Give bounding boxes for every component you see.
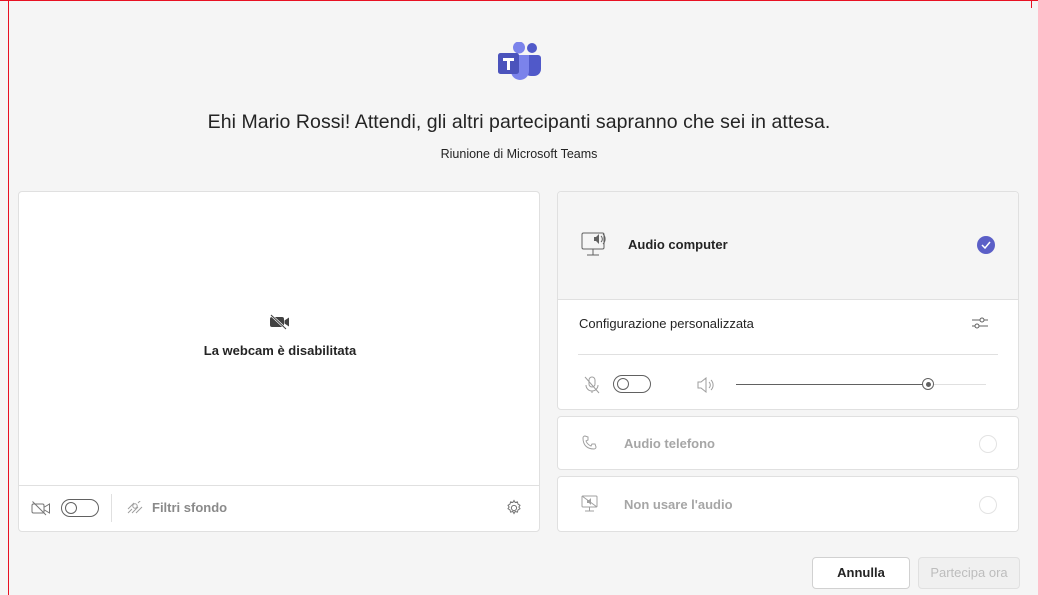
camera-off-outline-icon — [31, 501, 50, 516]
page-title: Ehi Mario Rossi! Attendi, gli altri part… — [207, 111, 831, 133]
microphone-off-icon — [584, 376, 600, 394]
custom-setup-label: Configurazione personalizzata — [579, 316, 754, 331]
cancel-button[interactable]: Annulla — [812, 557, 910, 589]
webcam-disabled-label: La webcam è disabilitata — [203, 343, 357, 358]
join-now-button[interactable]: Partecipa ora — [918, 557, 1020, 589]
camera-toggle-knob — [65, 502, 77, 514]
camera-off-icon — [270, 314, 289, 330]
speaker-volume-icon — [697, 377, 714, 393]
audio-off-monitor-icon — [581, 495, 598, 512]
computer-audio-icon — [581, 232, 606, 256]
volume-thumb-dot — [925, 381, 931, 387]
divider — [111, 494, 112, 522]
window-frame-top — [0, 0, 1038, 1]
audio-phone-label: Audio telefono — [624, 436, 715, 451]
checkmark-icon — [981, 241, 991, 249]
microphone-toggle-knob — [617, 378, 629, 390]
custom-setup-divider — [578, 354, 998, 355]
background-filters-label: Filtri sfondo — [152, 500, 228, 515]
no-audio-label: Non usare l'audio — [624, 497, 733, 512]
microphone-toggle[interactable] — [613, 375, 651, 393]
audio-computer-label: Audio computer — [628, 237, 728, 252]
microsoft-teams-logo-icon — [498, 42, 541, 80]
video-controls-bar: Filtri sfondo — [19, 485, 539, 531]
volume-slider[interactable] — [736, 378, 986, 396]
no-audio-option[interactable]: Non usare l'audio — [557, 476, 1019, 532]
background-effects-icon — [127, 501, 143, 514]
settings-sliders-icon[interactable] — [971, 316, 989, 330]
phone-icon — [582, 435, 597, 450]
window-frame-left — [8, 0, 9, 595]
volume-slider-fill — [736, 384, 928, 385]
audio-phone-radio[interactable] — [979, 435, 997, 453]
video-preview-panel: La webcam è disabilitata Filtri sfondo — [18, 191, 540, 532]
device-settings-gear-icon[interactable] — [505, 499, 523, 517]
no-audio-radio[interactable] — [979, 496, 997, 514]
audio-computer-option: Audio computer Configurazione personaliz… — [557, 191, 1019, 410]
window-frame-right — [1031, 0, 1032, 8]
audio-computer-header[interactable]: Audio computer — [558, 192, 1018, 300]
background-filters-button[interactable]: Filtri sfondo — [126, 486, 266, 530]
audio-phone-option[interactable]: Audio telefono — [557, 416, 1019, 470]
volume-slider-thumb[interactable] — [922, 378, 934, 390]
audio-computer-radio[interactable] — [977, 236, 995, 254]
meeting-subtitle: Riunione di Microsoft Teams — [440, 147, 598, 161]
camera-toggle[interactable] — [61, 499, 99, 517]
